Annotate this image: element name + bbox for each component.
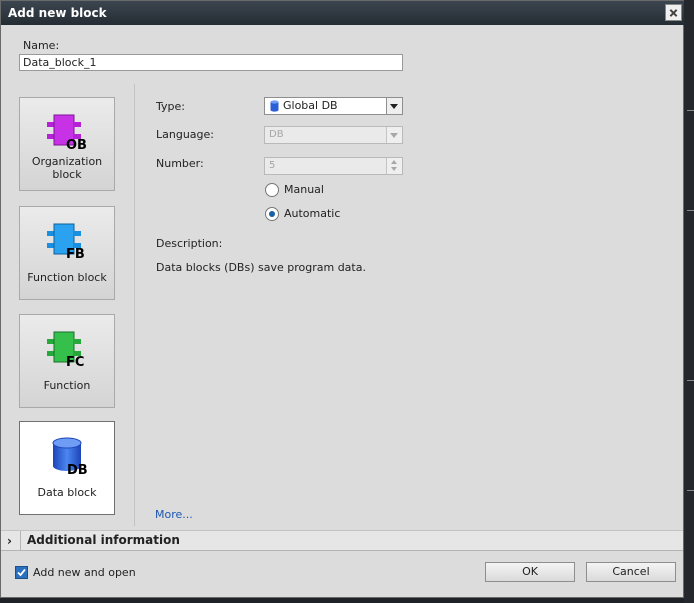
number-value: 5	[269, 160, 276, 171]
automatic-label: Automatic	[284, 207, 341, 220]
dialog-title: Add new block	[8, 6, 107, 20]
language-dropdown-button	[386, 127, 402, 143]
function-icon: FC	[47, 331, 84, 369]
background-window-edge	[684, 0, 694, 603]
data-block-label: Data block	[37, 486, 97, 499]
number-label: Number:	[156, 157, 204, 170]
spin-up-icon	[391, 160, 397, 164]
language-value: DB	[269, 129, 284, 140]
additional-information-section[interactable]: › Additional information	[1, 530, 683, 551]
function-block-icon: FB	[47, 223, 85, 261]
spin-down-icon	[391, 167, 397, 171]
svg-text:FC: FC	[66, 355, 84, 369]
language-select: DB	[264, 126, 403, 144]
language-label: Language:	[156, 128, 214, 141]
title-bar: Add new block	[1, 1, 685, 25]
chevron-down-icon	[390, 133, 398, 138]
automatic-radio[interactable]	[265, 207, 279, 221]
data-block-icon: DB	[52, 437, 88, 476]
type-value: Global DB	[283, 99, 338, 112]
svg-text:DB: DB	[67, 463, 88, 476]
organization-block-button[interactable]: OB Organization block	[19, 97, 115, 191]
function-button[interactable]: FC Function	[19, 314, 115, 408]
add-new-and-open-checkbox[interactable]	[15, 566, 28, 579]
svg-text:OB: OB	[66, 138, 87, 152]
description-label: Description:	[156, 237, 223, 250]
type-label: Type:	[156, 100, 185, 113]
chevron-down-icon	[390, 104, 398, 109]
function-label: Function	[43, 379, 91, 392]
function-block-button[interactable]: FB Function block	[19, 206, 115, 300]
more-link[interactable]: More...	[155, 508, 193, 521]
add-new-and-open-label: Add new and open	[33, 566, 136, 579]
cancel-button[interactable]: Cancel	[586, 562, 676, 582]
block-type-list: OB Organization block FB Function block	[8, 84, 135, 526]
manual-label: Manual	[284, 183, 324, 196]
radio-selected-dot	[269, 211, 275, 217]
function-block-label: Function block	[27, 271, 107, 284]
manual-radio[interactable]	[265, 183, 279, 197]
name-label: Name:	[23, 39, 60, 52]
description-text: Data blocks (DBs) save program data.	[156, 261, 366, 274]
close-button[interactable]	[665, 4, 682, 21]
type-dropdown-button[interactable]	[386, 98, 402, 114]
type-select[interactable]: Global DB	[264, 97, 403, 115]
number-spinner	[386, 158, 402, 174]
additional-information-title: Additional information	[27, 533, 180, 547]
organization-block-label: Organization block	[31, 155, 103, 181]
svg-text:FB: FB	[66, 247, 85, 261]
chevron-right-icon[interactable]: ›	[7, 534, 12, 548]
data-block-button[interactable]: DB Data block	[19, 421, 115, 515]
organization-block-icon: OB	[47, 114, 87, 152]
global-db-icon	[270, 100, 279, 112]
number-field: 5	[264, 157, 403, 175]
checkmark-icon	[17, 568, 26, 577]
ok-button[interactable]: OK	[485, 562, 575, 582]
name-input[interactable]	[19, 54, 403, 71]
add-new-block-dialog: Add new block Name: OB Organization bloc…	[0, 0, 685, 598]
